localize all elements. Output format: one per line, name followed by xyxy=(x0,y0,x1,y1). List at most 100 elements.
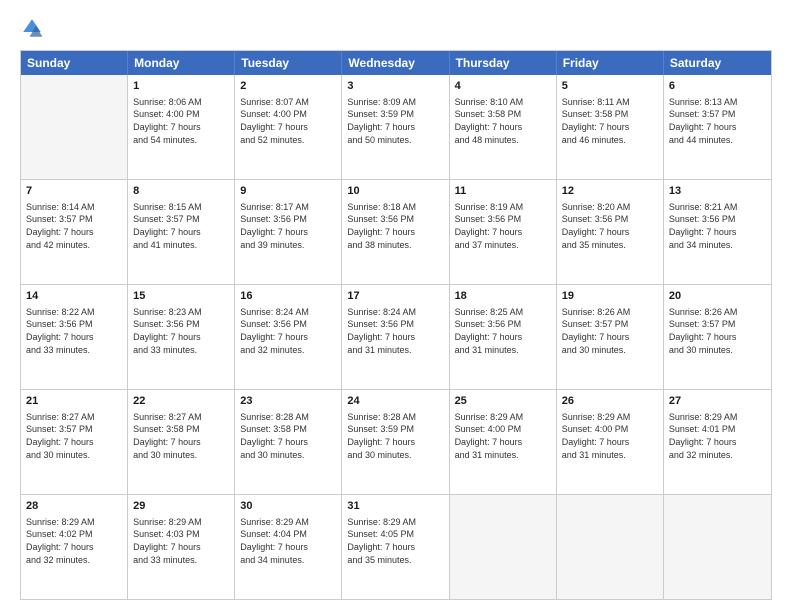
day-number: 27 xyxy=(669,394,766,409)
calendar-row-5: 28 Sunrise: 8:29 AM Sunset: 4:02 PM Dayli… xyxy=(21,494,771,599)
day-number: 16 xyxy=(240,289,336,304)
calendar-cell: 4 Sunrise: 8:10 AM Sunset: 3:58 PM Daylig… xyxy=(450,75,557,179)
header-day-thursday: Thursday xyxy=(450,51,557,75)
day-number: 23 xyxy=(240,394,336,409)
calendar-cell: 11Sunrise: 8:19 AM Sunset: 3:56 PM Dayli… xyxy=(450,180,557,284)
day-number: 14 xyxy=(26,289,122,304)
header-day-saturday: Saturday xyxy=(664,51,771,75)
day-info: Sunrise: 8:26 AM Sunset: 3:57 PM Dayligh… xyxy=(669,306,766,356)
day-info: Sunrise: 8:13 AM Sunset: 3:57 PM Dayligh… xyxy=(669,96,766,146)
header-day-monday: Monday xyxy=(128,51,235,75)
calendar-row-1: 1Sunrise: 8:06 AM Sunset: 4:00 PM Daylig… xyxy=(21,75,771,179)
day-number: 3 xyxy=(347,79,443,94)
calendar-cell: 27Sunrise: 8:29 AM Sunset: 4:01 PM Dayli… xyxy=(664,390,771,494)
calendar-row-3: 14 Sunrise: 8:22 AM Sunset: 3:56 PM Dayli… xyxy=(21,284,771,389)
day-info: Sunrise: 8:24 AM Sunset: 3:56 PM Dayligh… xyxy=(347,306,443,356)
calendar-cell: 29 Sunrise: 8:29 AM Sunset: 4:03 PM Dayli… xyxy=(128,495,235,599)
page: SundayMondayTuesdayWednesdayThursdayFrid… xyxy=(0,0,792,612)
day-number: 17 xyxy=(347,289,443,304)
day-info: Sunrise: 8:27 AM Sunset: 3:57 PM Dayligh… xyxy=(26,411,122,461)
calendar-cell: 17 Sunrise: 8:24 AM Sunset: 3:56 PM Dayli… xyxy=(342,285,449,389)
calendar-cell: 7Sunrise: 8:14 AM Sunset: 3:57 PM Daylig… xyxy=(21,180,128,284)
day-info: Sunrise: 8:07 AM Sunset: 4:00 PM Dayligh… xyxy=(240,96,336,146)
calendar-row-2: 7Sunrise: 8:14 AM Sunset: 3:57 PM Daylig… xyxy=(21,179,771,284)
day-info: Sunrise: 8:23 AM Sunset: 3:56 PM Dayligh… xyxy=(133,306,229,356)
day-number: 18 xyxy=(455,289,551,304)
day-number: 4 xyxy=(455,79,551,94)
day-info: Sunrise: 8:29 AM Sunset: 4:03 PM Dayligh… xyxy=(133,516,229,566)
calendar-cell: 9 Sunrise: 8:17 AM Sunset: 3:56 PM Daylig… xyxy=(235,180,342,284)
day-info: Sunrise: 8:22 AM Sunset: 3:56 PM Dayligh… xyxy=(26,306,122,356)
calendar-cell xyxy=(450,495,557,599)
calendar-cell: 10 Sunrise: 8:18 AM Sunset: 3:56 PM Dayli… xyxy=(342,180,449,284)
day-info: Sunrise: 8:29 AM Sunset: 4:00 PM Dayligh… xyxy=(562,411,658,461)
day-info: Sunrise: 8:19 AM Sunset: 3:56 PM Dayligh… xyxy=(455,201,551,251)
day-number: 28 xyxy=(26,499,122,514)
calendar-cell: 13 Sunrise: 8:21 AM Sunset: 3:56 PM Dayli… xyxy=(664,180,771,284)
day-number: 10 xyxy=(347,184,443,199)
day-number: 19 xyxy=(562,289,658,304)
calendar-cell: 23Sunrise: 8:28 AM Sunset: 3:58 PM Dayli… xyxy=(235,390,342,494)
calendar-cell: 12 Sunrise: 8:20 AM Sunset: 3:56 PM Dayli… xyxy=(557,180,664,284)
calendar-cell: 22 Sunrise: 8:27 AM Sunset: 3:58 PM Dayli… xyxy=(128,390,235,494)
calendar-cell: 21Sunrise: 8:27 AM Sunset: 3:57 PM Dayli… xyxy=(21,390,128,494)
day-number: 9 xyxy=(240,184,336,199)
calendar-cell: 5Sunrise: 8:11 AM Sunset: 3:58 PM Daylig… xyxy=(557,75,664,179)
calendar-cell: 25 Sunrise: 8:29 AM Sunset: 4:00 PM Dayli… xyxy=(450,390,557,494)
day-info: Sunrise: 8:26 AM Sunset: 3:57 PM Dayligh… xyxy=(562,306,658,356)
day-info: Sunrise: 8:10 AM Sunset: 3:58 PM Dayligh… xyxy=(455,96,551,146)
header-day-friday: Friday xyxy=(557,51,664,75)
day-info: Sunrise: 8:17 AM Sunset: 3:56 PM Dayligh… xyxy=(240,201,336,251)
day-number: 8 xyxy=(133,184,229,199)
calendar-cell xyxy=(664,495,771,599)
calendar-cell: 20 Sunrise: 8:26 AM Sunset: 3:57 PM Dayli… xyxy=(664,285,771,389)
day-info: Sunrise: 8:28 AM Sunset: 3:59 PM Dayligh… xyxy=(347,411,443,461)
logo-icon xyxy=(20,16,44,40)
header-day-tuesday: Tuesday xyxy=(235,51,342,75)
day-number: 6 xyxy=(669,79,766,94)
calendar-cell: 24 Sunrise: 8:28 AM Sunset: 3:59 PM Dayli… xyxy=(342,390,449,494)
day-number: 20 xyxy=(669,289,766,304)
calendar-cell: 14 Sunrise: 8:22 AM Sunset: 3:56 PM Dayli… xyxy=(21,285,128,389)
calendar-cell xyxy=(557,495,664,599)
day-info: Sunrise: 8:21 AM Sunset: 3:56 PM Dayligh… xyxy=(669,201,766,251)
day-info: Sunrise: 8:29 AM Sunset: 4:00 PM Dayligh… xyxy=(455,411,551,461)
day-number: 22 xyxy=(133,394,229,409)
day-number: 15 xyxy=(133,289,229,304)
day-info: Sunrise: 8:24 AM Sunset: 3:56 PM Dayligh… xyxy=(240,306,336,356)
day-number: 26 xyxy=(562,394,658,409)
calendar-cell: 3 Sunrise: 8:09 AM Sunset: 3:59 PM Daylig… xyxy=(342,75,449,179)
calendar-cell: 19 Sunrise: 8:26 AM Sunset: 3:57 PM Dayli… xyxy=(557,285,664,389)
day-info: Sunrise: 8:29 AM Sunset: 4:02 PM Dayligh… xyxy=(26,516,122,566)
day-number: 29 xyxy=(133,499,229,514)
day-info: Sunrise: 8:14 AM Sunset: 3:57 PM Dayligh… xyxy=(26,201,122,251)
day-info: Sunrise: 8:20 AM Sunset: 3:56 PM Dayligh… xyxy=(562,201,658,251)
calendar-cell: 1Sunrise: 8:06 AM Sunset: 4:00 PM Daylig… xyxy=(128,75,235,179)
day-info: Sunrise: 8:11 AM Sunset: 3:58 PM Dayligh… xyxy=(562,96,658,146)
header-day-wednesday: Wednesday xyxy=(342,51,449,75)
day-number: 13 xyxy=(669,184,766,199)
calendar-row-4: 21Sunrise: 8:27 AM Sunset: 3:57 PM Dayli… xyxy=(21,389,771,494)
day-number: 24 xyxy=(347,394,443,409)
calendar-cell: 18 Sunrise: 8:25 AM Sunset: 3:56 PM Dayli… xyxy=(450,285,557,389)
calendar-header: SundayMondayTuesdayWednesdayThursdayFrid… xyxy=(21,51,771,75)
calendar-cell: 31Sunrise: 8:29 AM Sunset: 4:05 PM Dayli… xyxy=(342,495,449,599)
day-number: 25 xyxy=(455,394,551,409)
calendar-cell: 2Sunrise: 8:07 AM Sunset: 4:00 PM Daylig… xyxy=(235,75,342,179)
header xyxy=(20,16,772,40)
day-info: Sunrise: 8:29 AM Sunset: 4:05 PM Dayligh… xyxy=(347,516,443,566)
calendar-cell: 16 Sunrise: 8:24 AM Sunset: 3:56 PM Dayli… xyxy=(235,285,342,389)
day-info: Sunrise: 8:29 AM Sunset: 4:04 PM Dayligh… xyxy=(240,516,336,566)
calendar-cell xyxy=(21,75,128,179)
day-number: 1 xyxy=(133,79,229,94)
calendar-cell: 8Sunrise: 8:15 AM Sunset: 3:57 PM Daylig… xyxy=(128,180,235,284)
day-number: 12 xyxy=(562,184,658,199)
day-info: Sunrise: 8:25 AM Sunset: 3:56 PM Dayligh… xyxy=(455,306,551,356)
day-number: 30 xyxy=(240,499,336,514)
calendar: SundayMondayTuesdayWednesdayThursdayFrid… xyxy=(20,50,772,600)
calendar-cell: 15 Sunrise: 8:23 AM Sunset: 3:56 PM Dayli… xyxy=(128,285,235,389)
day-info: Sunrise: 8:18 AM Sunset: 3:56 PM Dayligh… xyxy=(347,201,443,251)
calendar-cell: 28 Sunrise: 8:29 AM Sunset: 4:02 PM Dayli… xyxy=(21,495,128,599)
day-info: Sunrise: 8:27 AM Sunset: 3:58 PM Dayligh… xyxy=(133,411,229,461)
day-info: Sunrise: 8:09 AM Sunset: 3:59 PM Dayligh… xyxy=(347,96,443,146)
